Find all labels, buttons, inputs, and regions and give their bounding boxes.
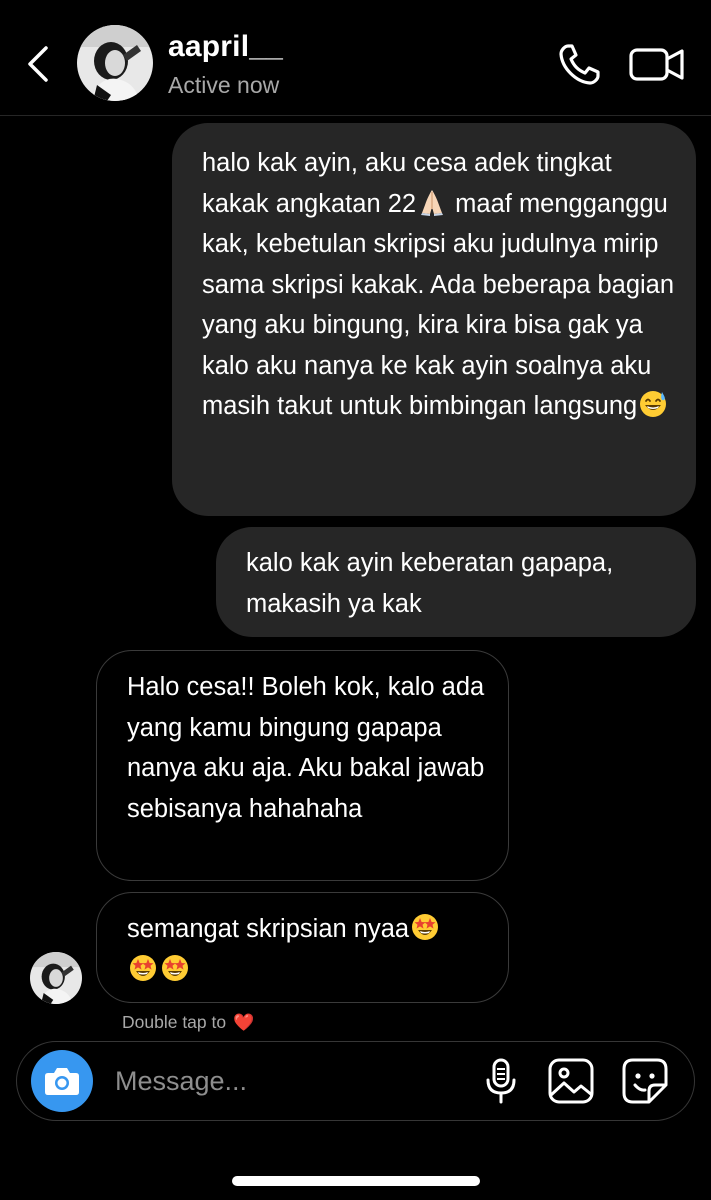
grinning-sweat-emoji bbox=[638, 389, 668, 419]
gallery-button[interactable] bbox=[547, 1057, 595, 1105]
microphone-icon bbox=[486, 1058, 516, 1104]
emoji-line bbox=[127, 950, 490, 991]
sticker-icon bbox=[622, 1058, 668, 1104]
double-tap-text: Double tap to bbox=[122, 1012, 227, 1032]
heart-icon: ❤️ bbox=[232, 1013, 255, 1032]
star-struck-emoji bbox=[160, 953, 190, 983]
sticker-button[interactable] bbox=[621, 1057, 669, 1105]
sent-message-bubble[interactable]: halo kak ayin, aku cesa adek tingkat kak… bbox=[172, 123, 696, 516]
folded-hands-emoji bbox=[417, 187, 447, 217]
phone-icon bbox=[559, 44, 600, 85]
message-input[interactable] bbox=[115, 1056, 465, 1106]
star-struck-emoji bbox=[410, 912, 440, 942]
camera-button[interactable] bbox=[31, 1050, 93, 1112]
video-call-button[interactable] bbox=[628, 42, 686, 86]
profile-photo bbox=[30, 952, 82, 1004]
message-text: kalo kak ayin keberatan gapapa, makasih … bbox=[246, 549, 621, 618]
sender-avatar[interactable] bbox=[30, 952, 82, 1004]
chevron-left-icon bbox=[28, 46, 48, 82]
sent-message-bubble[interactable]: kalo kak ayin keberatan gapapa, makasih … bbox=[216, 527, 696, 637]
message-text: maaf mengganggu kak, kebetulan skripsi a… bbox=[202, 189, 682, 421]
voice-message-button[interactable] bbox=[483, 1056, 519, 1106]
chat-header: aapril__ Active now bbox=[0, 0, 711, 116]
profile-photo bbox=[77, 25, 153, 101]
camera-icon bbox=[45, 1068, 79, 1095]
active-status: Active now bbox=[168, 72, 280, 98]
message-text: Halo cesa!! Boleh kok, kalo ada yang kam… bbox=[127, 673, 492, 823]
image-icon bbox=[548, 1058, 594, 1104]
contact-name[interactable]: aapril__ bbox=[168, 30, 283, 64]
received-message-bubble[interactable]: Halo cesa!! Boleh kok, kalo ada yang kam… bbox=[96, 650, 509, 881]
message-composer bbox=[16, 1041, 695, 1121]
star-struck-emoji bbox=[128, 953, 158, 983]
audio-call-button[interactable] bbox=[556, 42, 604, 88]
home-indicator[interactable] bbox=[232, 1176, 480, 1186]
message-text: semangat skripsian nyaa bbox=[127, 915, 410, 943]
double-tap-hint: Double tap to ❤️ bbox=[122, 1012, 254, 1033]
received-message-bubble[interactable]: semangat skripsian nyaa bbox=[96, 892, 509, 1003]
back-button[interactable] bbox=[22, 44, 54, 84]
contact-avatar[interactable] bbox=[77, 25, 153, 101]
video-camera-icon bbox=[629, 48, 684, 81]
